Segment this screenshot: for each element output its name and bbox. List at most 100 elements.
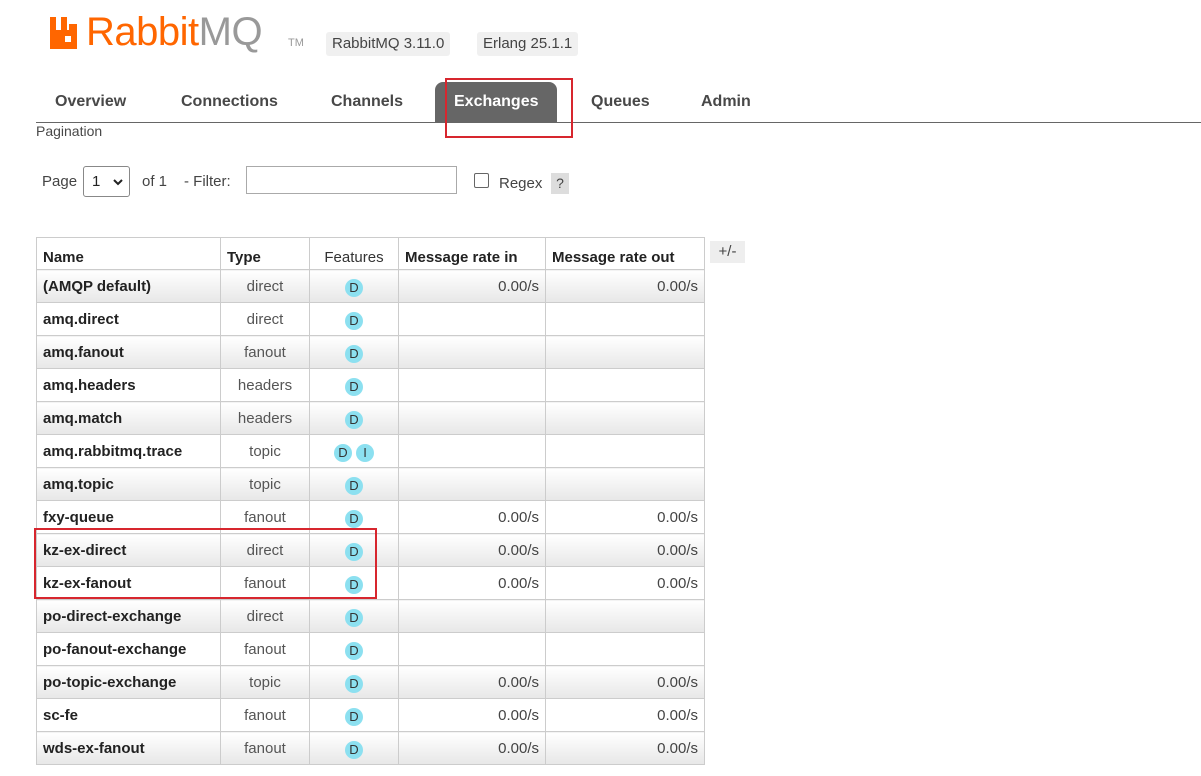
- table-row[interactable]: amq.direct direct D: [36, 302, 705, 336]
- table-row[interactable]: kz-ex-direct direct D 0.00/s 0.00/s: [36, 533, 705, 567]
- exchange-name-link[interactable]: sc-fe: [43, 707, 78, 724]
- table-row[interactable]: amq.match headers D: [36, 401, 705, 435]
- exchange-name-link[interactable]: amq.rabbitmq.trace: [43, 443, 182, 460]
- internal-badge[interactable]: I: [356, 444, 374, 463]
- message-rate-in-cell: 0.00/s: [398, 731, 546, 765]
- exchange-type-cell: direct: [220, 533, 310, 567]
- exchange-name-link[interactable]: kz-ex-direct: [43, 542, 126, 559]
- exchange-name-link[interactable]: amq.direct: [43, 311, 119, 328]
- tab-queues[interactable]: Queues: [572, 82, 669, 122]
- table-row[interactable]: amq.fanout fanout D: [36, 335, 705, 369]
- durable-badge[interactable]: D: [345, 642, 363, 661]
- message-rate-in-cell: [398, 632, 546, 666]
- exchange-type-cell: topic: [220, 665, 310, 699]
- exchange-name-link[interactable]: amq.headers: [43, 377, 136, 394]
- exchange-name-link[interactable]: kz-ex-fanout: [43, 575, 131, 592]
- exchange-name-cell: fxy-queue: [36, 500, 221, 534]
- message-rate-out-cell: [545, 599, 705, 633]
- rabbitmq-version-badge: RabbitMQ 3.11.0: [326, 32, 451, 56]
- message-rate-out-cell: 0.00/s: [545, 269, 705, 303]
- exchange-features-cell: DI: [309, 434, 399, 468]
- exchange-name-link[interactable]: po-fanout-exchange: [43, 641, 186, 658]
- exchange-type-cell: headers: [220, 368, 310, 402]
- column-header-rate-out[interactable]: Message rate out: [545, 237, 705, 270]
- exchange-type-cell: fanout: [220, 335, 310, 369]
- regex-checkbox[interactable]: [474, 173, 489, 188]
- tab-connections[interactable]: Connections: [162, 82, 297, 122]
- tab-channels[interactable]: Channels: [312, 82, 422, 122]
- table-row[interactable]: amq.headers headers D: [36, 368, 705, 402]
- durable-badge[interactable]: D: [345, 543, 363, 562]
- column-header-type[interactable]: Type: [220, 237, 310, 270]
- rabbitmq-logo[interactable]: RabbitMQ TM: [48, 10, 318, 54]
- message-rate-in-cell: 0.00/s: [398, 698, 546, 732]
- regex-help-button[interactable]: ?: [551, 173, 569, 194]
- message-rate-in-cell: [398, 434, 546, 468]
- table-row[interactable]: po-direct-exchange direct D: [36, 599, 705, 633]
- exchange-type-cell: topic: [220, 467, 310, 501]
- exchange-features-cell: D: [309, 566, 399, 600]
- table-row[interactable]: fxy-queue fanout D 0.00/s 0.00/s: [36, 500, 705, 534]
- exchange-features-cell: D: [309, 632, 399, 666]
- exchange-type-cell: direct: [220, 269, 310, 303]
- durable-badge[interactable]: D: [345, 741, 363, 760]
- exchange-name-link[interactable]: amq.match: [43, 410, 122, 427]
- message-rate-out-cell: 0.00/s: [545, 698, 705, 732]
- exchange-type-cell: fanout: [220, 632, 310, 666]
- exchange-name-link[interactable]: (AMQP default): [43, 278, 151, 295]
- durable-badge[interactable]: D: [345, 609, 363, 628]
- durable-badge[interactable]: D: [345, 477, 363, 496]
- pagination-section-title: Pagination: [36, 123, 103, 139]
- exchange-features-cell: D: [309, 665, 399, 699]
- durable-badge[interactable]: D: [345, 345, 363, 364]
- filter-input[interactable]: [246, 166, 457, 194]
- exchange-name-link[interactable]: fxy-queue: [43, 509, 114, 526]
- exchanges-table: Name Type Features Message rate in Messa…: [36, 237, 705, 765]
- tab-overview[interactable]: Overview: [36, 82, 145, 122]
- table-row[interactable]: sc-fe fanout D 0.00/s 0.00/s: [36, 698, 705, 732]
- exchange-name-link[interactable]: wds-ex-fanout: [43, 740, 145, 757]
- message-rate-in-cell: [398, 599, 546, 633]
- page-select[interactable]: 1: [83, 166, 130, 197]
- exchange-type-cell: headers: [220, 401, 310, 435]
- tab-admin[interactable]: Admin: [682, 82, 770, 122]
- message-rate-out-cell: [545, 401, 705, 435]
- page-select-value: 1: [92, 173, 101, 190]
- table-row[interactable]: amq.topic topic D: [36, 467, 705, 501]
- exchange-features-cell: D: [309, 401, 399, 435]
- table-row[interactable]: kz-ex-fanout fanout D 0.00/s 0.00/s: [36, 566, 705, 600]
- exchange-name-link[interactable]: amq.fanout: [43, 344, 124, 361]
- table-row[interactable]: po-topic-exchange topic D 0.00/s 0.00/s: [36, 665, 705, 699]
- message-rate-out-cell: 0.00/s: [545, 665, 705, 699]
- exchange-features-cell: D: [309, 698, 399, 732]
- durable-badge[interactable]: D: [334, 444, 352, 463]
- durable-badge[interactable]: D: [345, 411, 363, 430]
- exchange-name-link[interactable]: po-direct-exchange: [43, 608, 181, 625]
- durable-badge[interactable]: D: [345, 576, 363, 595]
- message-rate-in-cell: [398, 368, 546, 402]
- table-row[interactable]: (AMQP default) direct D 0.00/s 0.00/s: [36, 269, 705, 303]
- table-row[interactable]: amq.rabbitmq.trace topic D I: [36, 434, 705, 468]
- message-rate-in-cell: 0.00/s: [398, 566, 546, 600]
- message-rate-in-cell: 0.00/s: [398, 665, 546, 699]
- table-row[interactable]: wds-ex-fanout fanout D 0.00/s 0.00/s: [36, 731, 705, 765]
- exchange-features-cell: D: [309, 599, 399, 633]
- column-header-name[interactable]: Name: [36, 237, 221, 270]
- tab-exchanges[interactable]: Exchanges: [435, 82, 558, 122]
- exchange-features-cell: D: [309, 731, 399, 765]
- durable-badge[interactable]: D: [345, 510, 363, 529]
- exchange-name-cell: wds-ex-fanout: [36, 731, 221, 765]
- column-header-rate-in[interactable]: Message rate in: [398, 237, 546, 270]
- durable-badge[interactable]: D: [345, 708, 363, 727]
- exchange-features-cell: D: [309, 500, 399, 534]
- durable-badge[interactable]: D: [345, 378, 363, 397]
- exchange-name-link[interactable]: amq.topic: [43, 476, 114, 493]
- table-row[interactable]: po-fanout-exchange fanout D: [36, 632, 705, 666]
- message-rate-out-cell: 0.00/s: [545, 731, 705, 765]
- column-toggle-button[interactable]: +/-: [710, 241, 745, 263]
- durable-badge[interactable]: D: [345, 312, 363, 331]
- page-label: Page: [42, 173, 78, 190]
- durable-badge[interactable]: D: [345, 279, 363, 298]
- exchange-name-link[interactable]: po-topic-exchange: [43, 674, 176, 691]
- durable-badge[interactable]: D: [345, 675, 363, 694]
